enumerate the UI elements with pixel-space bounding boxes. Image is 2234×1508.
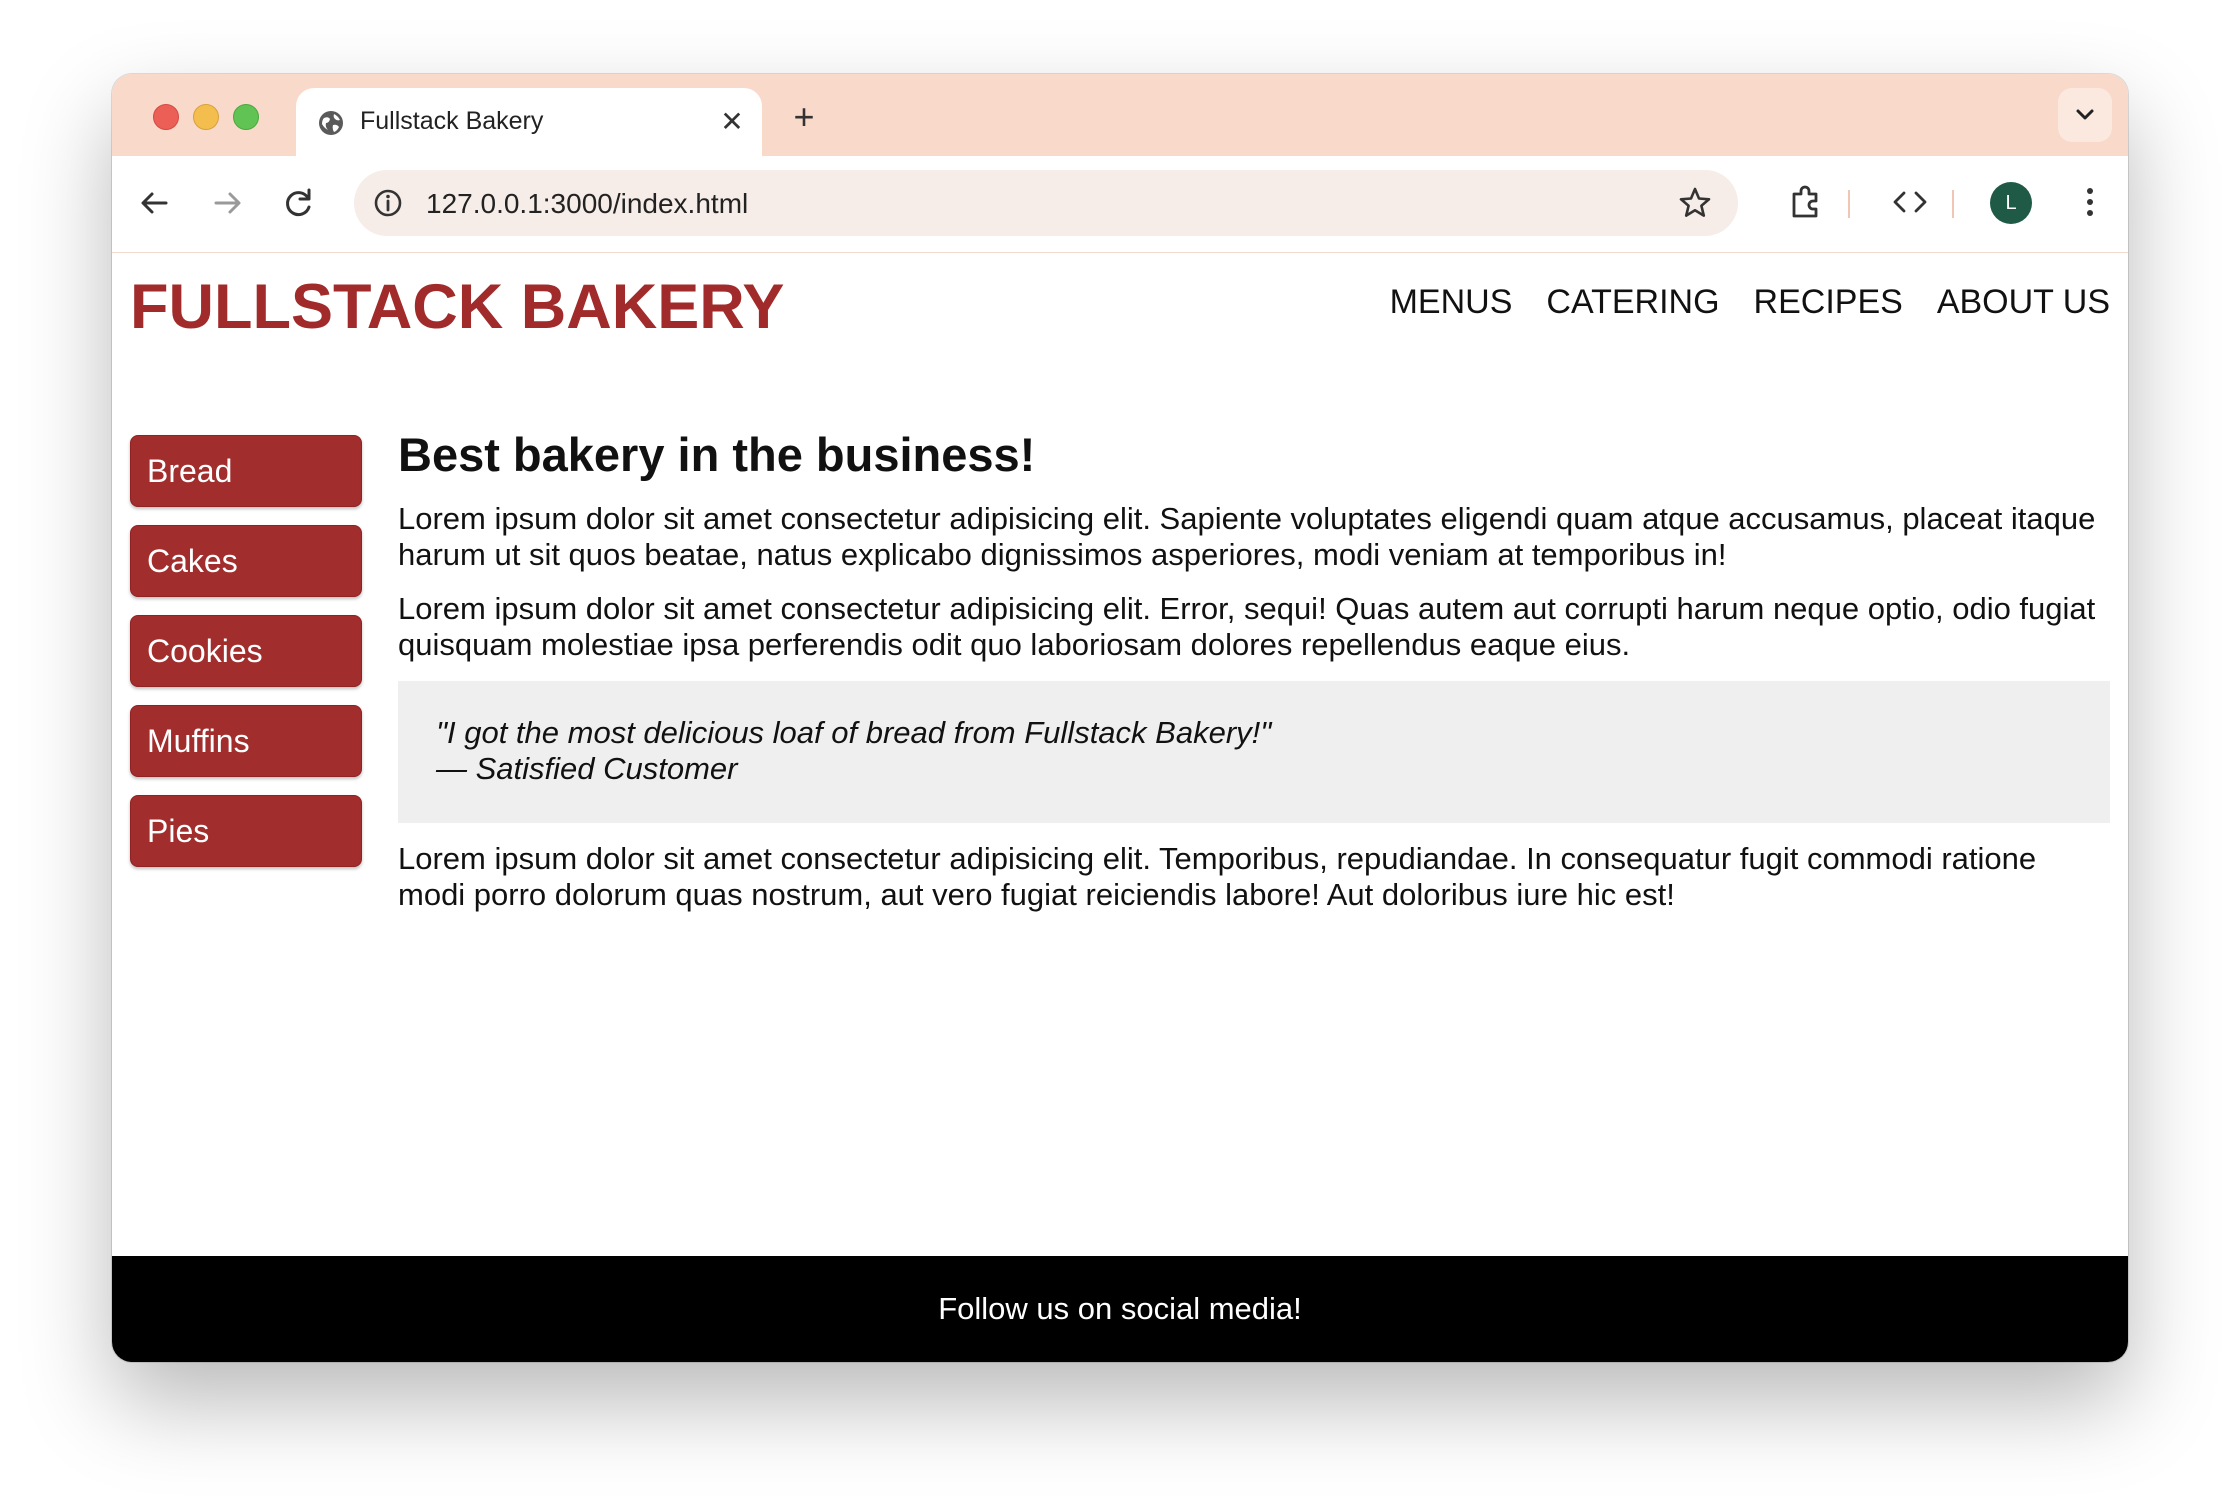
tab-title: Fullstack Bakery bbox=[360, 107, 544, 135]
arrow-right-icon[interactable] bbox=[202, 178, 252, 228]
maximize-window-button[interactable] bbox=[233, 104, 259, 130]
sidebar-button-cookies[interactable]: Cookies bbox=[130, 615, 362, 687]
arrow-left-icon[interactable] bbox=[130, 178, 180, 228]
star-icon[interactable] bbox=[1676, 184, 1714, 222]
nav-link-about-us[interactable]: ABOUT US bbox=[1937, 283, 2110, 322]
page-viewport: FULLSTACK BAKERY MENUS CATERING RECIPES … bbox=[112, 253, 2128, 1362]
quote-attribution: — Satisfied Customer bbox=[436, 751, 738, 786]
kebab-menu-icon[interactable] bbox=[2066, 178, 2114, 226]
site-logo[interactable]: FULLSTACK BAKERY bbox=[130, 271, 784, 343]
sidebar-button-bread[interactable]: Bread bbox=[130, 435, 362, 507]
sidebar-button-pies[interactable]: Pies bbox=[130, 795, 362, 867]
close-window-button[interactable] bbox=[153, 104, 179, 130]
profile-avatar[interactable]: L bbox=[1990, 182, 2032, 224]
reload-icon[interactable] bbox=[274, 178, 324, 228]
sidebar-button-cakes[interactable]: Cakes bbox=[130, 525, 362, 597]
paragraph: Lorem ipsum dolor sit amet consectetur a… bbox=[398, 591, 2096, 662]
code-icon[interactable] bbox=[1886, 178, 1934, 226]
paragraph: Lorem ipsum dolor sit amet consectetur a… bbox=[398, 841, 2037, 912]
site-footer: Follow us on social media! bbox=[112, 1256, 2128, 1362]
top-nav: MENUS CATERING RECIPES ABOUT US bbox=[1390, 283, 2110, 322]
puzzle-icon[interactable] bbox=[1782, 178, 1830, 226]
nav-link-recipes[interactable]: RECIPES bbox=[1754, 283, 1903, 322]
url-text: 127.0.0.1:3000/index.html bbox=[426, 188, 749, 219]
nav-link-menus[interactable]: MENUS bbox=[1390, 283, 1513, 322]
globe-icon bbox=[319, 111, 343, 135]
toolbar-separator bbox=[1848, 190, 1850, 218]
main-content: Best bakery in the business! Lorem ipsum… bbox=[398, 427, 2110, 931]
paragraph: Lorem ipsum dolor sit amet consectetur a… bbox=[398, 501, 2096, 572]
toolbar-separator bbox=[1952, 190, 1954, 218]
minimize-window-button[interactable] bbox=[193, 104, 219, 130]
tab-strip: Fullstack Bakery ✕ + bbox=[112, 74, 2128, 156]
quote-text: "I got the most delicious loaf of bread … bbox=[436, 715, 1272, 750]
info-icon[interactable] bbox=[370, 185, 406, 221]
browser-tab[interactable]: Fullstack Bakery ✕ bbox=[296, 88, 762, 156]
page-heading: Best bakery in the business! bbox=[398, 428, 1036, 481]
close-icon[interactable]: ✕ bbox=[716, 106, 748, 138]
plus-icon[interactable]: + bbox=[784, 98, 824, 138]
address-bar[interactable]: 127.0.0.1:3000/index.html bbox=[354, 170, 1738, 236]
nav-link-catering[interactable]: CATERING bbox=[1546, 283, 1719, 322]
tab-search-button[interactable] bbox=[2058, 88, 2112, 142]
sidebar: Bread Cakes Cookies Muffins Pies bbox=[130, 435, 362, 885]
browser-toolbar: 127.0.0.1:3000/index.html L bbox=[112, 156, 2128, 253]
sidebar-button-muffins[interactable]: Muffins bbox=[130, 705, 362, 777]
browser-window: Fullstack Bakery ✕ + 127.0.0.1:3000/inde… bbox=[112, 74, 2128, 1362]
testimonial-quote: "I got the most delicious loaf of bread … bbox=[398, 681, 2110, 823]
chevron-down-icon bbox=[2076, 109, 2094, 120]
